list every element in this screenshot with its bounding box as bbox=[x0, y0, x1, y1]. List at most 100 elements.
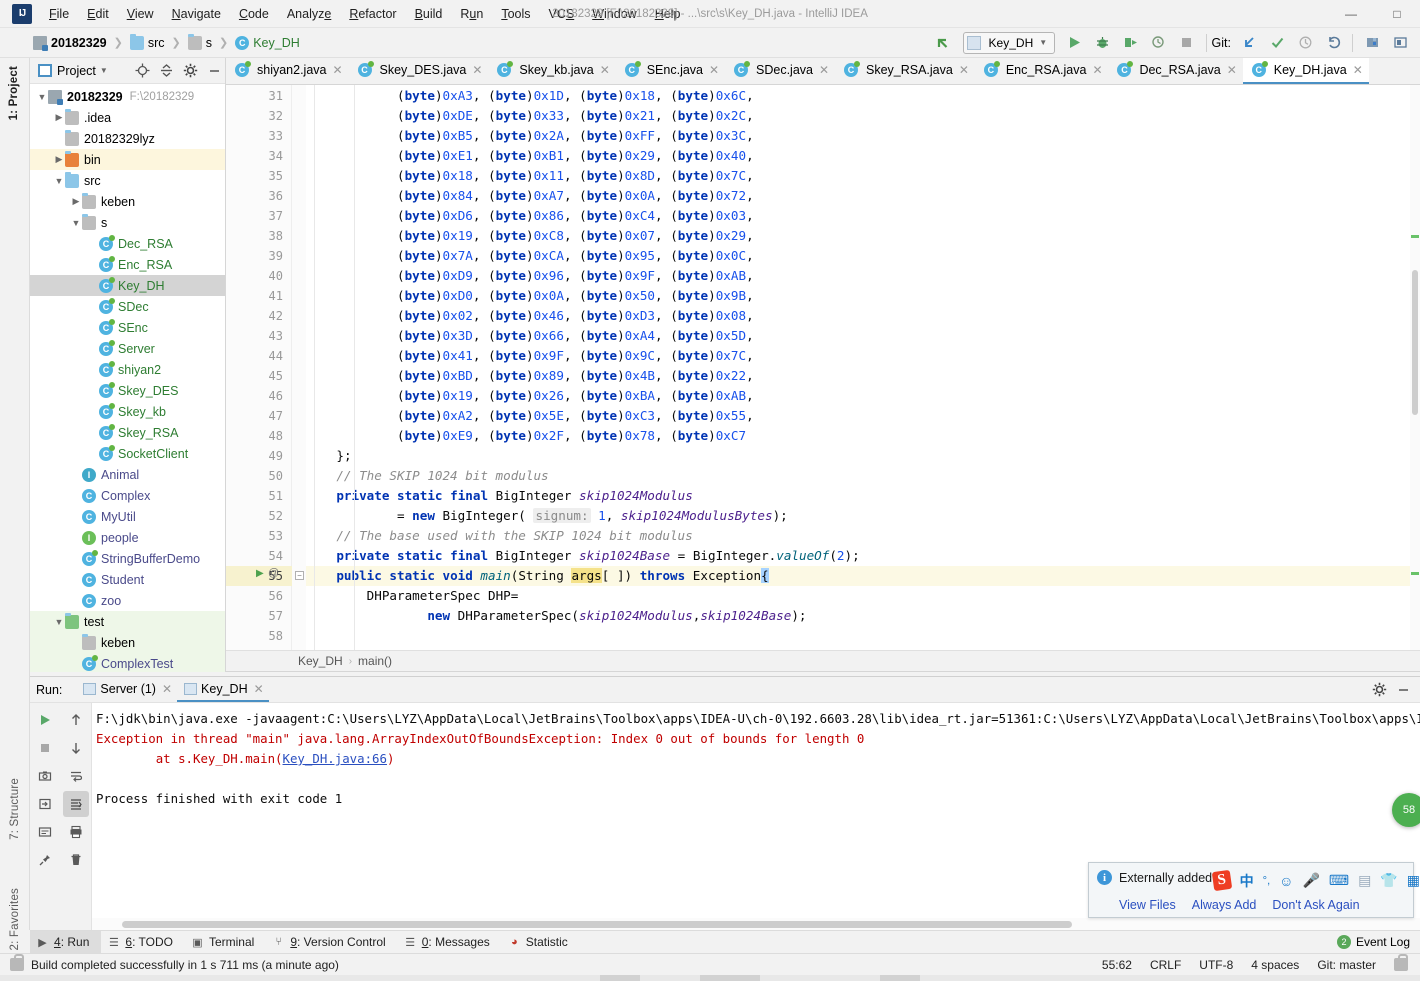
code-line[interactable]: private static final BigInteger skip1024… bbox=[306, 486, 1420, 506]
toolbox-icon[interactable]: ▦ bbox=[1407, 872, 1420, 889]
code-line[interactable]: (byte)0xD6, (byte)0x86, (byte)0xC4, (byt… bbox=[306, 206, 1420, 226]
always-add-link[interactable]: Always Add bbox=[1192, 898, 1257, 912]
layout-icon[interactable] bbox=[1387, 31, 1413, 55]
chinese-mode-icon[interactable]: 中 bbox=[1240, 871, 1254, 891]
editor-tab-dec-rsa-java[interactable]: C Dec_RSA.java ✕ bbox=[1108, 58, 1242, 84]
clipboard-icon[interactable]: ▤ bbox=[1358, 872, 1371, 889]
commit-icon[interactable] bbox=[1264, 31, 1290, 55]
line-number[interactable]: 56 bbox=[227, 586, 283, 606]
editor-tab-sdec-java[interactable]: C SDec.java ✕ bbox=[725, 58, 835, 84]
breadcrumb-class[interactable]: Key_DH bbox=[298, 654, 343, 668]
bottom-tab-messages[interactable]: ☰ 0: Messages bbox=[398, 931, 502, 954]
line-number[interactable]: 33 bbox=[227, 126, 283, 146]
rollback-icon[interactable] bbox=[1320, 31, 1346, 55]
editor-breadcrumb[interactable]: Key_DH › main() bbox=[226, 650, 1420, 672]
caret-position[interactable]: 55:62 bbox=[1102, 958, 1132, 972]
line-number[interactable]: 44 bbox=[227, 346, 283, 366]
tree-node-complextest[interactable]: C ComplexTest bbox=[30, 653, 225, 672]
code-line[interactable]: (byte)0x02, (byte)0x46, (byte)0xD3, (byt… bbox=[306, 306, 1420, 326]
chevron-down-icon[interactable]: ▼ bbox=[36, 92, 48, 102]
editor-vertical-scrollbar[interactable] bbox=[1410, 85, 1420, 650]
code-line[interactable]: // The base used with the SKIP 1024 bit … bbox=[306, 526, 1420, 546]
stop-icon[interactable] bbox=[32, 735, 58, 761]
code-line[interactable]: (byte)0x41, (byte)0x9F, (byte)0x9C, (byt… bbox=[306, 346, 1420, 366]
window-controls[interactable]: — □ bbox=[1328, 0, 1420, 28]
tree-node-keben[interactable]: keben bbox=[30, 632, 225, 653]
tree-node--idea[interactable]: ▶ .idea bbox=[30, 107, 225, 128]
chevron-down-icon[interactable]: ▼ bbox=[70, 218, 82, 228]
run-tab-key-dh[interactable]: Key_DH ✕ bbox=[177, 677, 269, 702]
line-number[interactable]: 53 bbox=[227, 526, 283, 546]
code-line[interactable]: (byte)0x7A, (byte)0xCA, (byte)0x95, (byt… bbox=[306, 246, 1420, 266]
breadcrumb[interactable]: 20182329 ❯ src ❯ s ❯ C Key_DH bbox=[30, 28, 303, 58]
notification-actions[interactable]: View Files Always Add Don't Ask Again bbox=[1089, 892, 1413, 917]
gear-icon[interactable] bbox=[1368, 679, 1390, 701]
file-encoding[interactable]: UTF-8 bbox=[1199, 958, 1233, 972]
line-number[interactable]: 32 bbox=[227, 106, 283, 126]
line-number[interactable]: 38 bbox=[227, 226, 283, 246]
line-number[interactable]: 54 bbox=[227, 546, 283, 566]
run-gutter-icon[interactable]: ▶ bbox=[256, 568, 264, 579]
line-number[interactable]: 43 bbox=[227, 326, 283, 346]
code-line[interactable]: (byte)0xBD, (byte)0x89, (byte)0x4B, (byt… bbox=[306, 366, 1420, 386]
line-number[interactable]: 36 bbox=[227, 186, 283, 206]
run-tab-server[interactable]: Server (1) ✕ bbox=[76, 677, 177, 702]
menu-help[interactable]: Help bbox=[646, 3, 690, 25]
bottom-tab-statistic[interactable]: ◕ Statistic bbox=[502, 931, 580, 954]
pin-icon[interactable] bbox=[32, 847, 58, 873]
back-arrow-icon[interactable] bbox=[930, 31, 956, 55]
close-icon[interactable]: ✕ bbox=[1353, 63, 1363, 77]
skin-icon[interactable]: 👕 bbox=[1380, 872, 1397, 889]
close-icon[interactable]: ✕ bbox=[600, 63, 610, 77]
breadcrumb-method[interactable]: main() bbox=[358, 654, 392, 668]
code-line[interactable]: (byte)0xA2, (byte)0x5E, (byte)0xC3, (byt… bbox=[306, 406, 1420, 426]
bottom-tool-window-bar[interactable]: ▶ 4: Run ☰ 6: TODO ▣ Terminal ⑂ 9: Versi… bbox=[30, 930, 1420, 954]
editor-tab-skey-des-java[interactable]: C Skey_DES.java ✕ bbox=[349, 58, 489, 84]
line-number[interactable]: 50 bbox=[227, 466, 283, 486]
breadcrumb-item-module[interactable]: 20182329 bbox=[30, 34, 110, 52]
code-line[interactable]: (byte)0xE1, (byte)0xB1, (byte)0x29, (byt… bbox=[306, 146, 1420, 166]
chevron-down-icon[interactable]: ▼ bbox=[1039, 38, 1047, 47]
menu-build[interactable]: Build bbox=[406, 3, 452, 25]
indent-setting[interactable]: 4 spaces bbox=[1251, 958, 1299, 972]
scroll-down-icon[interactable] bbox=[63, 735, 89, 761]
hide-icon[interactable] bbox=[203, 60, 225, 82]
close-icon[interactable]: ✕ bbox=[162, 682, 172, 696]
code-line[interactable]: (byte)0xD9, (byte)0x96, (byte)0x9F, (byt… bbox=[306, 266, 1420, 286]
code-line[interactable]: DHParameterSpec DHP= bbox=[306, 586, 1420, 606]
stop-icon[interactable] bbox=[1174, 31, 1200, 55]
history-icon[interactable] bbox=[1292, 31, 1318, 55]
menu-run[interactable]: Run bbox=[451, 3, 492, 25]
rerun-icon[interactable] bbox=[32, 707, 58, 733]
close-icon[interactable]: ✕ bbox=[709, 63, 719, 77]
menu-window[interactable]: Window bbox=[583, 3, 645, 25]
code-line[interactable]: (byte)0xD0, (byte)0x0A, (byte)0x50, (byt… bbox=[306, 286, 1420, 306]
tree-node-key-dh[interactable]: C Key_DH bbox=[30, 275, 225, 296]
line-number[interactable]: 39 bbox=[227, 246, 283, 266]
tree-node-keben[interactable]: ▶ keben bbox=[30, 191, 225, 212]
editor-tab-senc-java[interactable]: C SEnc.java ✕ bbox=[616, 58, 725, 84]
close-icon[interactable]: ✕ bbox=[472, 63, 482, 77]
tree-node-stringbufferdemo[interactable]: C StringBufferDemo bbox=[30, 548, 225, 569]
emoji-icon[interactable]: ☺ bbox=[1279, 873, 1293, 889]
tree-node-test[interactable]: ▼ test bbox=[30, 611, 225, 632]
code-line[interactable]: new DHParameterSpec(skip1024Modulus,skip… bbox=[306, 606, 1420, 626]
code-line[interactable]: (byte)0x3D, (byte)0x66, (byte)0xA4, (byt… bbox=[306, 326, 1420, 346]
run-with-coverage-icon[interactable] bbox=[1118, 31, 1144, 55]
code-line[interactable]: (byte)0x19, (byte)0xC8, (byte)0x07, (byt… bbox=[306, 226, 1420, 246]
code-line[interactable]: (byte)0xDE, (byte)0x33, (byte)0x21, (byt… bbox=[306, 106, 1420, 126]
tree-node-20182329[interactable]: ▼ 20182329 F:\20182329 bbox=[30, 86, 225, 107]
tree-node-skey-kb[interactable]: C Skey_kb bbox=[30, 401, 225, 422]
stacktrace-file-link[interactable]: Key_DH.java:66 bbox=[283, 751, 387, 766]
bottom-tab-todo[interactable]: ☰ 6: TODO bbox=[101, 931, 185, 954]
tree-node-shiyan2[interactable]: Cshiyan2 bbox=[30, 359, 225, 380]
print-icon[interactable] bbox=[63, 819, 89, 845]
close-icon[interactable]: ✕ bbox=[333, 63, 343, 77]
editor-code-area[interactable]: (byte)0xA3, (byte)0x1D, (byte)0x18, (byt… bbox=[306, 85, 1420, 650]
close-icon[interactable]: ✕ bbox=[959, 63, 969, 77]
scroll-to-end-icon[interactable] bbox=[62, 791, 89, 817]
editor-tab-enc-rsa-java[interactable]: C Enc_RSA.java ✕ bbox=[975, 58, 1109, 84]
project-tree[interactable]: ▼ 20182329 F:\20182329 ▶ .idea 20182329lyz ▶ bi… bbox=[30, 84, 225, 672]
update-project-icon[interactable] bbox=[1236, 31, 1262, 55]
scrollbar-thumb[interactable] bbox=[1412, 270, 1418, 415]
